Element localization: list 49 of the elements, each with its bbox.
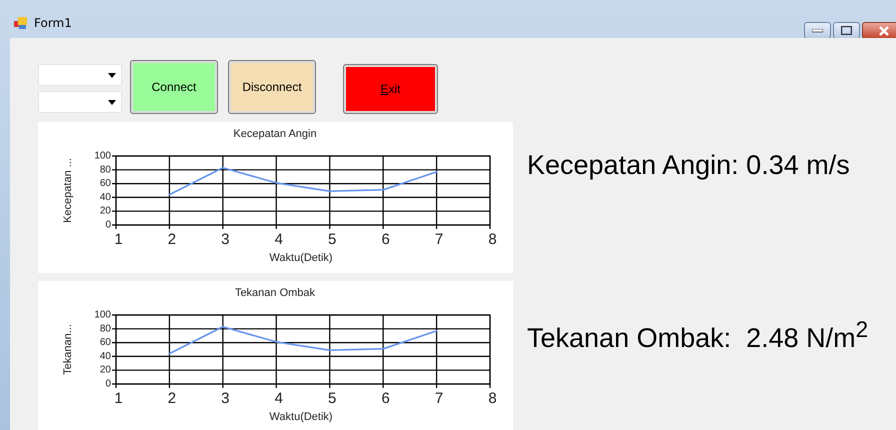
axis-label: Tekanan...	[62, 324, 74, 375]
window-title: Form1	[34, 16, 72, 30]
tick-label: 1	[114, 231, 123, 248]
tick-label: 6	[381, 390, 390, 407]
minimize-button[interactable]	[804, 22, 831, 39]
tick-label: 5	[328, 390, 336, 407]
tick-label: 40	[100, 350, 111, 362]
tick-label: 7	[434, 390, 444, 407]
chart-title: Tekanan Ombak	[234, 287, 316, 299]
tick-label: 60	[100, 337, 111, 348]
minimize-icon	[812, 28, 823, 32]
maximize-icon	[841, 26, 852, 35]
tick-label: 3	[221, 231, 230, 248]
tick-label: 2	[168, 390, 176, 407]
dropdown-arrow-icon	[108, 100, 116, 104]
axis-label: Kecepatan ...	[62, 158, 74, 223]
close-button[interactable]	[862, 22, 896, 39]
tick-label: 2	[168, 231, 176, 248]
action-button[interactable]: Exit	[343, 64, 438, 114]
tick-label: 100	[94, 310, 111, 320]
maximize-button[interactable]	[833, 22, 860, 39]
tick-label: 80	[100, 164, 111, 176]
chart-title: Kecepatan Angin	[233, 128, 317, 140]
tick-label: 8	[488, 231, 497, 248]
dropdown-arrow-icon	[108, 72, 116, 78]
tick-label: 20	[100, 364, 111, 376]
app-icon	[14, 17, 28, 29]
tick-label: 100	[94, 150, 111, 162]
axis-label: Waktu(Detik)	[269, 252, 333, 264]
tick-label: 60	[100, 178, 111, 190]
tick-label: 7	[434, 231, 444, 248]
tick-label: 40	[100, 192, 111, 203]
tick-label: 3	[221, 390, 230, 407]
reading-label: Tekanan Ombak: 2.48 N/m$^{2}$	[527, 317, 868, 354]
tick-label: 0	[105, 220, 111, 230]
tick-label: 4	[274, 231, 283, 248]
tick-label: 4	[274, 390, 283, 407]
axis-label: Waktu(Detik)	[269, 411, 333, 423]
tick-label: 6	[381, 231, 390, 248]
tick-label: 80	[100, 323, 111, 334]
close-icon	[878, 26, 890, 36]
action-button[interactable]: Disconnect	[228, 60, 316, 114]
tick-label: 20	[100, 206, 111, 217]
reading-label: Kecepatan Angin: 0.34 m/s	[527, 150, 851, 181]
tick-label: 8	[488, 390, 497, 407]
tick-label: 0	[105, 378, 111, 390]
tick-label: 5	[328, 231, 336, 248]
action-button[interactable]: Connect	[130, 60, 218, 114]
tick-label: 1	[114, 390, 123, 407]
